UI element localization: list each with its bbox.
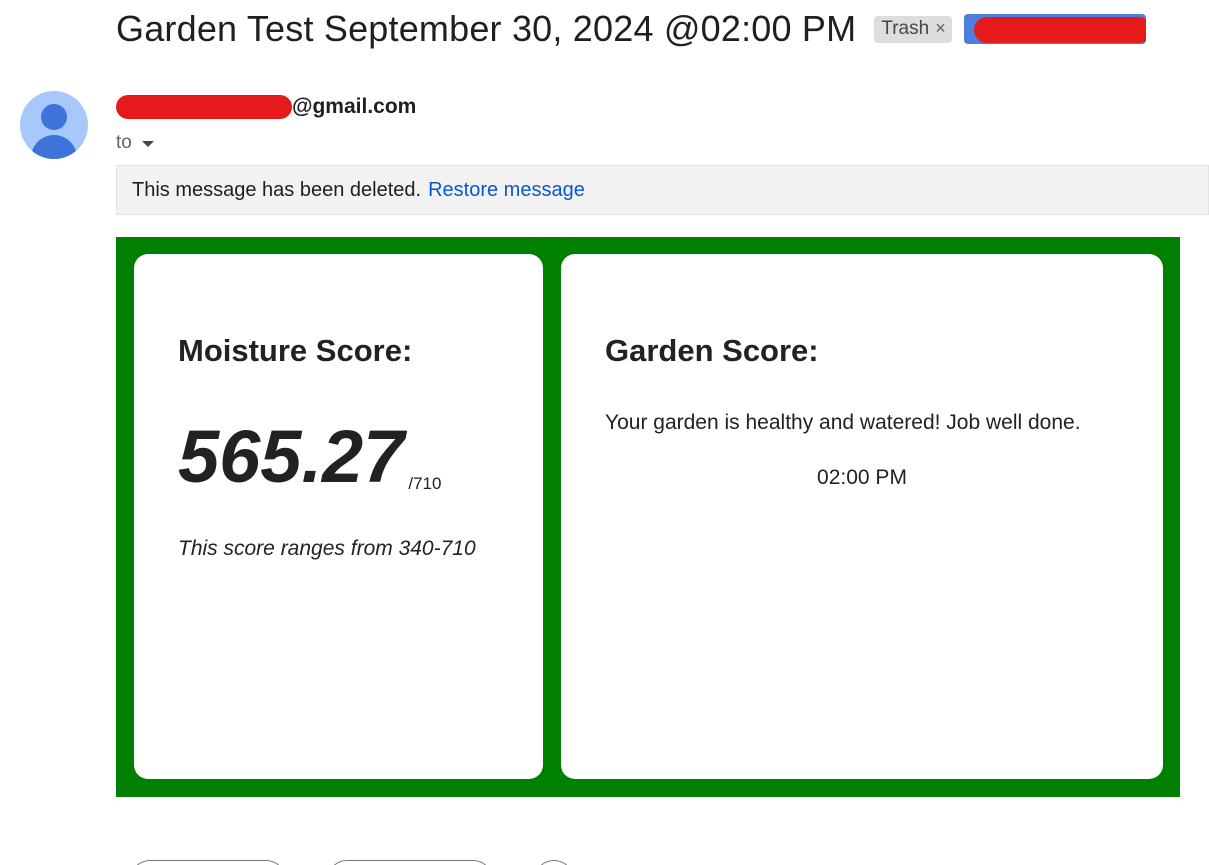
emoji-react-button[interactable] <box>534 860 574 865</box>
sender-avatar[interactable] <box>20 91 88 159</box>
moisture-card: Moisture Score: 565.27 /710 This score r… <box>134 254 543 779</box>
label-chip-text: Trash <box>881 17 930 39</box>
garden-title: Garden Score: <box>605 333 819 368</box>
avatar-body-shape <box>31 135 77 159</box>
restore-message-link[interactable]: Restore message <box>428 179 585 202</box>
deleted-banner: This message has been deleted. Restore m… <box>116 165 1209 215</box>
recipients-row[interactable]: to <box>116 132 154 154</box>
moisture-title: Moisture Score: <box>178 333 413 368</box>
sender-row: @gmail.com <box>116 95 416 119</box>
garden-message: Your garden is healthy and watered! Job … <box>605 411 1081 434</box>
email-view: Garden Test September 30, 2024 @02:00 PM… <box>0 0 1209 865</box>
subject-row: Garden Test September 30, 2024 @02:00 PM… <box>116 8 1146 50</box>
moisture-range-text: This score ranges from 340-710 <box>178 537 476 560</box>
email-body-panel: Moisture Score: 565.27 /710 This score r… <box>116 237 1180 797</box>
label-chip-trash[interactable]: Trash × <box>874 15 952 43</box>
deleted-message: This message has been deleted. <box>132 178 422 201</box>
moisture-score-max: /710 <box>408 474 442 493</box>
avatar-head-shape <box>41 104 67 130</box>
to-label: to <box>116 132 132 153</box>
moisture-score: 565.27 /710 <box>178 420 441 494</box>
remove-label-icon[interactable]: × <box>935 18 946 39</box>
reply-button[interactable] <box>130 860 286 865</box>
garden-card: Garden Score: Your garden is healthy and… <box>561 254 1163 779</box>
sender-email-domain[interactable]: @gmail.com <box>292 95 416 119</box>
forward-button[interactable] <box>327 860 493 865</box>
redacted-sender-name <box>116 95 292 119</box>
label-chip-redacted[interactable] <box>963 14 1146 44</box>
redaction-mark <box>973 17 1146 43</box>
email-subject: Garden Test September 30, 2024 @02:00 PM <box>116 8 857 49</box>
moisture-score-value: 565.27 <box>178 415 405 498</box>
garden-time: 02:00 PM <box>817 466 907 489</box>
chevron-down-icon[interactable] <box>141 141 154 147</box>
